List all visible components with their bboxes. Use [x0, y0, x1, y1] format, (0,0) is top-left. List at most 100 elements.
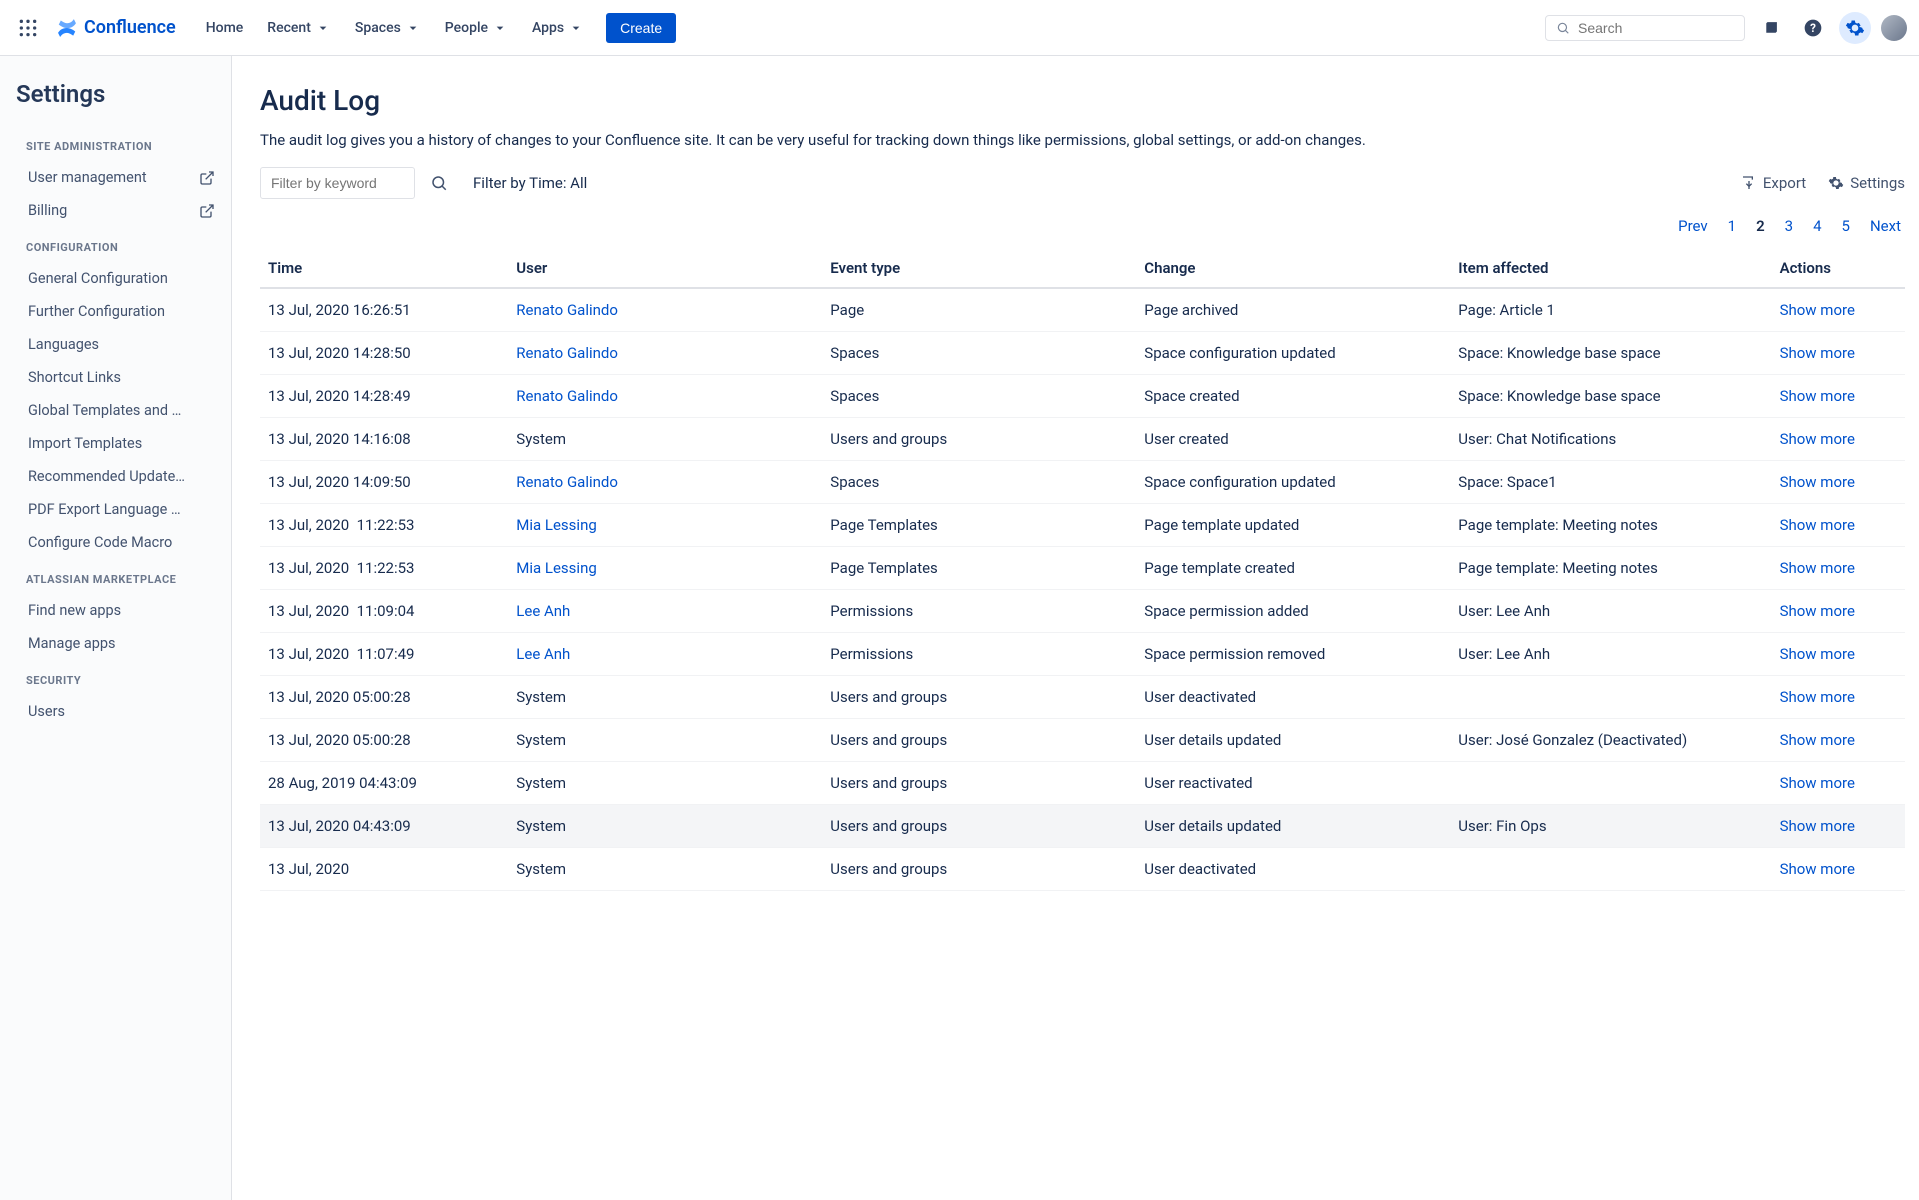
sidebar-item[interactable]: Further Configuration — [4, 295, 227, 328]
table-row: 13 Jul, 2020 16:26:51Renato GalindoPageP… — [260, 288, 1905, 332]
user-link[interactable]: Renato Galindo — [516, 473, 618, 491]
cell-time: 13 Jul, 2020 14:28:49 — [260, 375, 508, 418]
cell-time: 13 Jul, 2020 11:09:04 — [260, 590, 508, 633]
cell-change: User deactivated — [1136, 676, 1450, 719]
show-more-link[interactable]: Show more — [1780, 430, 1855, 448]
user-link[interactable]: Renato Galindo — [516, 387, 618, 405]
pager-1[interactable]: 1 — [1728, 217, 1736, 235]
cell-actions: Show more — [1772, 590, 1905, 633]
show-more-link[interactable]: Show more — [1780, 516, 1855, 534]
sidebar-item-label: Import Templates — [28, 435, 142, 452]
sidebar-item[interactable]: PDF Export Language Sup... — [4, 493, 227, 526]
cell-item: Page template: Meeting notes — [1450, 504, 1771, 547]
sidebar-item[interactable]: Recommended Updates E... — [4, 460, 227, 493]
show-more-link[interactable]: Show more — [1780, 559, 1855, 577]
cell-actions: Show more — [1772, 375, 1905, 418]
cell-item — [1450, 676, 1771, 719]
top-nav: Confluence HomeRecentSpacesPeopleApps Cr… — [0, 0, 1919, 56]
user-link[interactable]: Renato Galindo — [516, 301, 618, 319]
user-link[interactable]: Renato Galindo — [516, 344, 618, 362]
user-avatar[interactable] — [1881, 15, 1907, 41]
cell-user: System — [508, 848, 822, 891]
filter-keyword-input[interactable] — [260, 167, 415, 199]
pager-3[interactable]: 3 — [1785, 217, 1793, 235]
export-button[interactable]: Export — [1741, 174, 1806, 192]
cell-time: 13 Jul, 2020 05:00:28 — [260, 676, 508, 719]
cell-event: Spaces — [822, 461, 1136, 504]
cell-actions: Show more — [1772, 805, 1905, 848]
cell-change: Space configuration updated — [1136, 332, 1450, 375]
column-header: Event type — [822, 249, 1136, 288]
show-more-link[interactable]: Show more — [1780, 817, 1855, 835]
sidebar-item[interactable]: Shortcut Links — [4, 361, 227, 394]
sidebar-item-label: Manage apps — [28, 635, 116, 652]
export-icon — [1741, 175, 1757, 191]
sidebar-item[interactable]: User management — [4, 161, 227, 194]
pager-next[interactable]: Next — [1870, 217, 1901, 235]
settings-gear-icon[interactable] — [1839, 12, 1871, 44]
cell-event: Permissions — [822, 590, 1136, 633]
sidebar-item-label: General Configuration — [28, 270, 168, 287]
cell-item: Space: Space1 — [1450, 461, 1771, 504]
user-link[interactable]: Lee Anh — [516, 645, 570, 663]
sidebar-item[interactable]: Languages — [4, 328, 227, 361]
chevron-down-icon — [405, 20, 421, 36]
nav-people[interactable]: People — [435, 14, 518, 42]
cell-change: Page template created — [1136, 547, 1450, 590]
cell-item: Space: Knowledge base space — [1450, 375, 1771, 418]
show-more-link[interactable]: Show more — [1780, 602, 1855, 620]
show-more-link[interactable]: Show more — [1780, 301, 1855, 319]
gear-icon — [1828, 175, 1844, 191]
nav-apps[interactable]: Apps — [522, 14, 594, 42]
pager-4[interactable]: 4 — [1813, 217, 1821, 235]
user-link[interactable]: Mia Lessing — [516, 516, 597, 534]
pager-5[interactable]: 5 — [1842, 217, 1850, 235]
table-row: 13 Jul, 2020 14:16:08SystemUsers and gro… — [260, 418, 1905, 461]
sidebar-item[interactable]: Billing — [4, 194, 227, 227]
sidebar-item[interactable]: Find new apps — [4, 594, 227, 627]
cell-actions: Show more — [1772, 288, 1905, 332]
nav-recent[interactable]: Recent — [257, 14, 341, 42]
show-more-link[interactable]: Show more — [1780, 645, 1855, 663]
show-more-link[interactable]: Show more — [1780, 774, 1855, 792]
global-search[interactable] — [1545, 15, 1745, 41]
show-more-link[interactable]: Show more — [1780, 688, 1855, 706]
notifications-icon[interactable] — [1755, 12, 1787, 44]
sidebar-item-label: Configure Code Macro — [28, 534, 172, 551]
cell-user: Renato Galindo — [508, 332, 822, 375]
cell-user: Lee Anh — [508, 590, 822, 633]
user-link[interactable]: Lee Anh — [516, 602, 570, 620]
global-search-input[interactable] — [1578, 20, 1734, 36]
show-more-link[interactable]: Show more — [1780, 860, 1855, 878]
search-icon — [1556, 20, 1570, 36]
sidebar-item[interactable]: Configure Code Macro — [4, 526, 227, 559]
cell-user: System — [508, 805, 822, 848]
cell-time: 13 Jul, 2020 14:09:50 — [260, 461, 508, 504]
sidebar-item-label: Global Templates and Blue... — [28, 402, 188, 419]
cell-user: System — [508, 762, 822, 805]
cell-event: Users and groups — [822, 418, 1136, 461]
nav-home[interactable]: Home — [196, 14, 254, 42]
filter-search-icon[interactable] — [427, 174, 451, 192]
user-link[interactable]: Mia Lessing — [516, 559, 597, 577]
show-more-link[interactable]: Show more — [1780, 731, 1855, 749]
help-icon[interactable]: ? — [1797, 12, 1829, 44]
sidebar-item[interactable]: Global Templates and Blue... — [4, 394, 227, 427]
settings-sidebar: Settings SITE ADMINISTRATIONUser managem… — [0, 56, 232, 1200]
pager-prev[interactable]: Prev — [1678, 217, 1708, 235]
sidebar-item[interactable]: Import Templates — [4, 427, 227, 460]
sidebar-item[interactable]: General Configuration — [4, 262, 227, 295]
sidebar-item[interactable]: Users — [4, 695, 227, 728]
show-more-link[interactable]: Show more — [1780, 344, 1855, 362]
confluence-logo[interactable]: Confluence — [48, 17, 184, 39]
cell-item: User: Lee Anh — [1450, 590, 1771, 633]
time-filter[interactable]: Filter by Time: All — [463, 174, 587, 192]
show-more-link[interactable]: Show more — [1780, 473, 1855, 491]
create-button[interactable]: Create — [606, 13, 676, 43]
sidebar-item[interactable]: Manage apps — [4, 627, 227, 660]
settings-button[interactable]: Settings — [1828, 174, 1905, 192]
app-switcher-icon[interactable] — [12, 12, 44, 44]
show-more-link[interactable]: Show more — [1780, 387, 1855, 405]
nav-spaces[interactable]: Spaces — [345, 14, 431, 42]
table-row: 13 Jul, 2020 04:43:09SystemUsers and gro… — [260, 805, 1905, 848]
